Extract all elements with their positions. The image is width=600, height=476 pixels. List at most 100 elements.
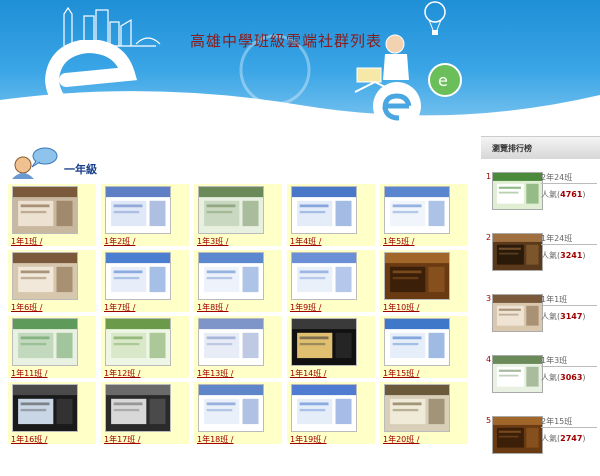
class-link[interactable]: 1年18班 / [197, 434, 234, 445]
class-link[interactable]: 1年12班 / [104, 368, 141, 379]
class-card[interactable]: 1年14班 / [287, 316, 375, 378]
ranking-item[interactable]: 5 2年15班 人氣(2747) [481, 416, 600, 476]
class-link[interactable]: 1年20班 / [383, 434, 420, 445]
class-card[interactable]: 1年3班 / [194, 184, 282, 246]
ranking-thumbnail[interactable] [492, 233, 543, 271]
site-thumbnail-image [106, 187, 170, 233]
class-card[interactable]: 1年15班 / [380, 316, 468, 378]
class-link[interactable]: 1年15班 / [383, 368, 420, 379]
class-thumbnail[interactable] [12, 384, 78, 432]
class-thumbnail[interactable] [384, 384, 450, 432]
grade-heading: 一年級 [10, 147, 480, 179]
class-thumbnail[interactable] [105, 252, 171, 300]
class-thumbnail[interactable] [198, 186, 264, 234]
class-thumbnail[interactable] [105, 318, 171, 366]
class-thumbnail[interactable] [105, 384, 171, 432]
class-link[interactable]: 1年1班 / [11, 236, 42, 247]
site-thumbnail-image [493, 234, 542, 270]
ranking-divider [541, 183, 597, 184]
site-thumbnail-image [385, 253, 449, 299]
class-card[interactable]: 1年19班 / [287, 382, 375, 444]
class-link[interactable]: 1年3班 / [197, 236, 228, 247]
class-card[interactable]: 1年1班 / [8, 184, 96, 246]
class-list-section: 一年級 1年1班 / 1年2班 / 1年3班 / 1年4班 / 1年5班 / 1… [0, 127, 478, 453]
class-thumbnail[interactable] [384, 252, 450, 300]
class-card[interactable]: 1年6班 / [8, 250, 96, 312]
hot-air-balloon-icon [424, 1, 446, 35]
class-card[interactable]: 1年10班 / [380, 250, 468, 312]
class-thumbnail[interactable] [12, 252, 78, 300]
class-card[interactable]: 1年11班 / [8, 316, 96, 378]
class-card[interactable]: 1年9班 / [287, 250, 375, 312]
class-link[interactable]: 1年13班 / [197, 368, 234, 379]
ranking-item[interactable]: 2 1年24班 人氣(3241) [481, 233, 600, 293]
ranking-item[interactable]: 3 1年1班 人氣(3147) [481, 294, 600, 354]
class-thumbnail[interactable] [198, 252, 264, 300]
class-link[interactable]: 1年10班 / [383, 302, 420, 313]
class-link[interactable]: 1年2班 / [104, 236, 135, 247]
class-thumbnail[interactable] [105, 186, 171, 234]
class-card[interactable]: 1年13班 / [194, 316, 282, 378]
class-link[interactable]: 1年17班 / [104, 434, 141, 445]
class-card[interactable]: 1年17班 / [101, 382, 189, 444]
ranking-class-name[interactable]: 2年15班 [541, 416, 572, 427]
site-thumbnail-image [106, 385, 170, 431]
class-card[interactable]: 1年12班 / [101, 316, 189, 378]
class-thumbnail[interactable] [384, 318, 450, 366]
class-thumbnail[interactable] [384, 186, 450, 234]
ranking-thumbnail[interactable] [492, 294, 543, 332]
site-thumbnail-image [292, 319, 356, 365]
popularity-count: 人氣(3241) [541, 251, 586, 260]
ranking-item[interactable]: 4 1年3班 人氣(3063) [481, 355, 600, 415]
class-card[interactable]: 1年16班 / [8, 382, 96, 444]
class-link[interactable]: 1年6班 / [11, 302, 42, 313]
class-link[interactable]: 1年16班 / [11, 434, 48, 445]
site-thumbnail-image [13, 319, 77, 365]
ranking-title: 瀏覽排行榜 [492, 144, 532, 153]
ranking-class-name[interactable]: 1年24班 [541, 233, 572, 244]
class-link[interactable]: 1年8班 / [197, 302, 228, 313]
class-card[interactable]: 1年20班 / [380, 382, 468, 444]
class-thumbnail[interactable] [291, 318, 357, 366]
ranking-divider [541, 244, 597, 245]
class-thumbnail[interactable] [198, 318, 264, 366]
site-thumbnail-image [385, 385, 449, 431]
class-card[interactable]: 1年5班 / [380, 184, 468, 246]
class-link[interactable]: 1年11班 / [11, 368, 48, 379]
ranking-class-name[interactable]: 1年1班 [541, 294, 567, 305]
ranking-item[interactable]: 1 2年24班 人氣(4761) [481, 172, 600, 232]
class-thumbnail[interactable] [12, 318, 78, 366]
class-link[interactable]: 1年4班 / [290, 236, 321, 247]
site-thumbnail-image [493, 417, 542, 453]
class-card[interactable]: 1年8班 / [194, 250, 282, 312]
user-chat-icon [12, 147, 58, 179]
ranking-class-name[interactable]: 2年24班 [541, 172, 572, 183]
ranking-thumbnail[interactable] [492, 355, 543, 393]
site-thumbnail-image [385, 319, 449, 365]
class-link[interactable]: 1年9班 / [290, 302, 321, 313]
site-thumbnail-image [493, 173, 542, 209]
class-link[interactable]: 1年14班 / [290, 368, 327, 379]
class-thumbnail[interactable] [198, 384, 264, 432]
class-thumbnail[interactable] [12, 186, 78, 234]
ranking-thumbnail[interactable] [492, 416, 543, 454]
class-link[interactable]: 1年7班 / [104, 302, 135, 313]
ranking-divider [541, 427, 597, 428]
ranking-divider [541, 305, 597, 306]
class-card[interactable]: 1年18班 / [194, 382, 282, 444]
class-card[interactable]: 1年7班 / [101, 250, 189, 312]
class-link[interactable]: 1年19班 / [290, 434, 327, 445]
site-thumbnail-image [292, 385, 356, 431]
class-thumbnail[interactable] [291, 384, 357, 432]
ranking-class-name[interactable]: 1年3班 [541, 355, 567, 366]
class-link[interactable]: 1年5班 / [383, 236, 414, 247]
class-card[interactable]: 1年2班 / [101, 184, 189, 246]
ranking-divider [541, 366, 597, 367]
ranking-sidebar: 瀏覽排行榜 1 2年24班 人氣(4761) 2 1年24班 人氣(3241) 3 … [481, 136, 600, 454]
class-card[interactable]: 1年4班 / [287, 184, 375, 246]
class-thumbnail[interactable] [291, 186, 357, 234]
class-thumbnail[interactable] [291, 252, 357, 300]
ranking-thumbnail[interactable] [492, 172, 543, 210]
site-thumbnail-image [106, 319, 170, 365]
site-thumbnail-image [13, 187, 77, 233]
